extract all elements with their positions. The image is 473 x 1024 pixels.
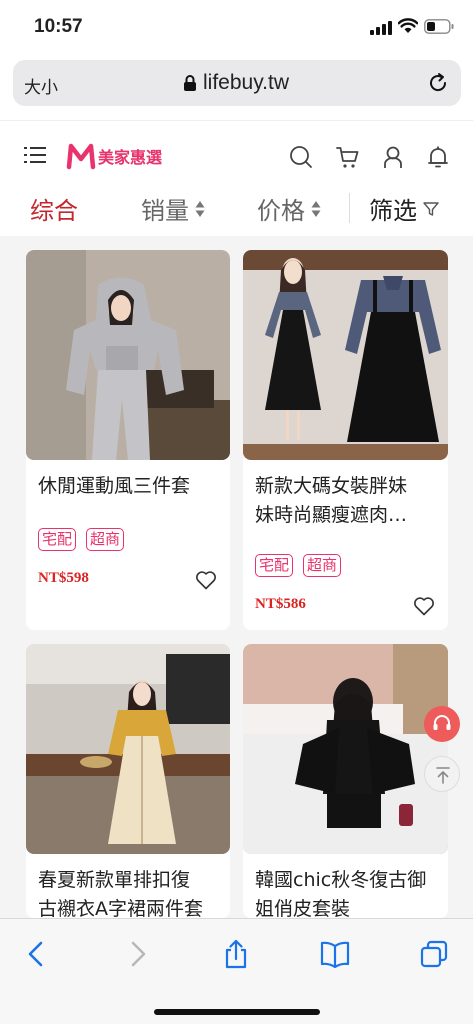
forward-icon[interactable] [122, 939, 152, 969]
bookmarks-icon[interactable] [320, 939, 350, 969]
status-time: 10:57 [34, 16, 83, 37]
product-card[interactable]: 休閒運動風三件套 宅配 超商 NT$598 [26, 250, 230, 630]
tabs-icon[interactable] [419, 939, 449, 969]
filter-icon [423, 201, 439, 216]
product-title-line: 新款大碼女裝胖妹 [255, 475, 408, 497]
product-title-line: 春夏新款單排扣復 [38, 869, 191, 891]
cart-icon[interactable] [336, 145, 360, 169]
product-card[interactable]: 春夏新款單排扣復 古襯衣A字裙兩件套 [26, 644, 230, 918]
site-header: 美家惠選 综合 销量 价格 筛选 [0, 120, 473, 236]
share-icon[interactable] [221, 939, 251, 969]
sort-arrows-icon [195, 200, 205, 217]
menu-icon[interactable] [24, 145, 46, 165]
bell-icon[interactable] [426, 145, 450, 169]
tab-label: 综合 [30, 197, 78, 225]
tag-home-delivery: 宅配 [38, 528, 77, 551]
heart-icon[interactable] [413, 596, 435, 616]
sort-bar: 综合 销量 价格 筛选 [0, 187, 473, 229]
product-title-line: 休閒運動風三件套 [38, 475, 191, 497]
product-card[interactable]: 韓國chic秋冬復古御 姐俏皮套裝 [243, 644, 448, 918]
home-indicator [154, 1009, 320, 1015]
tab-label: 销量 [141, 197, 189, 225]
wifi-icon [398, 18, 418, 33]
product-title[interactable]: 韓國chic秋冬復古御 姐俏皮套裝 [255, 866, 437, 918]
heart-icon[interactable] [195, 570, 217, 590]
text-size-button[interactable]: 大小 [24, 73, 58, 98]
divider [349, 193, 350, 223]
tab-comprehensive[interactable]: 综合 [30, 191, 78, 226]
tab-label: 筛选 [369, 197, 417, 225]
product-title[interactable]: 新款大碼女裝胖妹 妹時尚顯瘦遮肉… [255, 472, 437, 530]
tab-label: 价格 [257, 197, 305, 225]
product-image[interactable] [26, 644, 230, 854]
tag-home-delivery: 宅配 [255, 554, 294, 577]
logo-text: 美家惠選 [98, 148, 163, 167]
back-to-top-button[interactable] [424, 756, 460, 792]
site-logo[interactable]: 美家惠選 [66, 141, 162, 171]
product-card[interactable]: 新款大碼女裝胖妹 妹時尚顯瘦遮肉… 宅配 超商 NT$586 [243, 250, 448, 630]
tag-convenience-store: 超商 [303, 554, 342, 577]
tag-convenience-store: 超商 [86, 528, 125, 551]
product-image[interactable] [26, 250, 230, 460]
headset-icon [433, 715, 451, 730]
logo-m-icon [66, 143, 96, 170]
product-image[interactable] [243, 644, 448, 854]
arrow-up-icon [436, 767, 450, 784]
browser-toolbar [0, 918, 473, 1024]
sort-arrows-icon [311, 200, 321, 217]
user-icon[interactable] [381, 145, 405, 169]
product-image[interactable] [243, 250, 448, 460]
battery-icon [424, 19, 454, 34]
product-title-line: 姐俏皮套裝 [255, 898, 351, 918]
product-title[interactable]: 休閒運動風三件套 [38, 472, 220, 501]
customer-service-button[interactable] [424, 706, 460, 742]
product-price: NT$598 [38, 570, 89, 586]
lock-icon [184, 75, 196, 91]
address-bar[interactable]: 大小 lifebuy.tw [13, 60, 461, 106]
url-host: lifebuy.tw [203, 71, 289, 94]
product-title-line: 韓國chic秋冬復古御 [255, 869, 427, 891]
shipping-tags: 宅配 超商 [38, 528, 125, 551]
product-title-line: 古襯衣A字裙兩件套 [38, 898, 203, 918]
signal-icon [370, 21, 392, 35]
browser-address-area: 大小 lifebuy.tw [0, 56, 473, 120]
product-title-line: 妹時尚顯瘦遮肉… [255, 504, 408, 526]
tab-price[interactable]: 价格 [257, 191, 321, 226]
product-price: NT$586 [255, 596, 306, 612]
tab-sales[interactable]: 销量 [141, 191, 205, 226]
reload-icon[interactable] [427, 72, 449, 94]
status-bar: 10:57 [0, 0, 473, 56]
product-title[interactable]: 春夏新款單排扣復 古襯衣A字裙兩件套 [38, 866, 220, 918]
tab-filter[interactable]: 筛选 [369, 191, 439, 226]
search-icon[interactable] [289, 145, 313, 169]
back-icon[interactable] [22, 939, 52, 969]
shipping-tags: 宅配 超商 [255, 554, 342, 577]
